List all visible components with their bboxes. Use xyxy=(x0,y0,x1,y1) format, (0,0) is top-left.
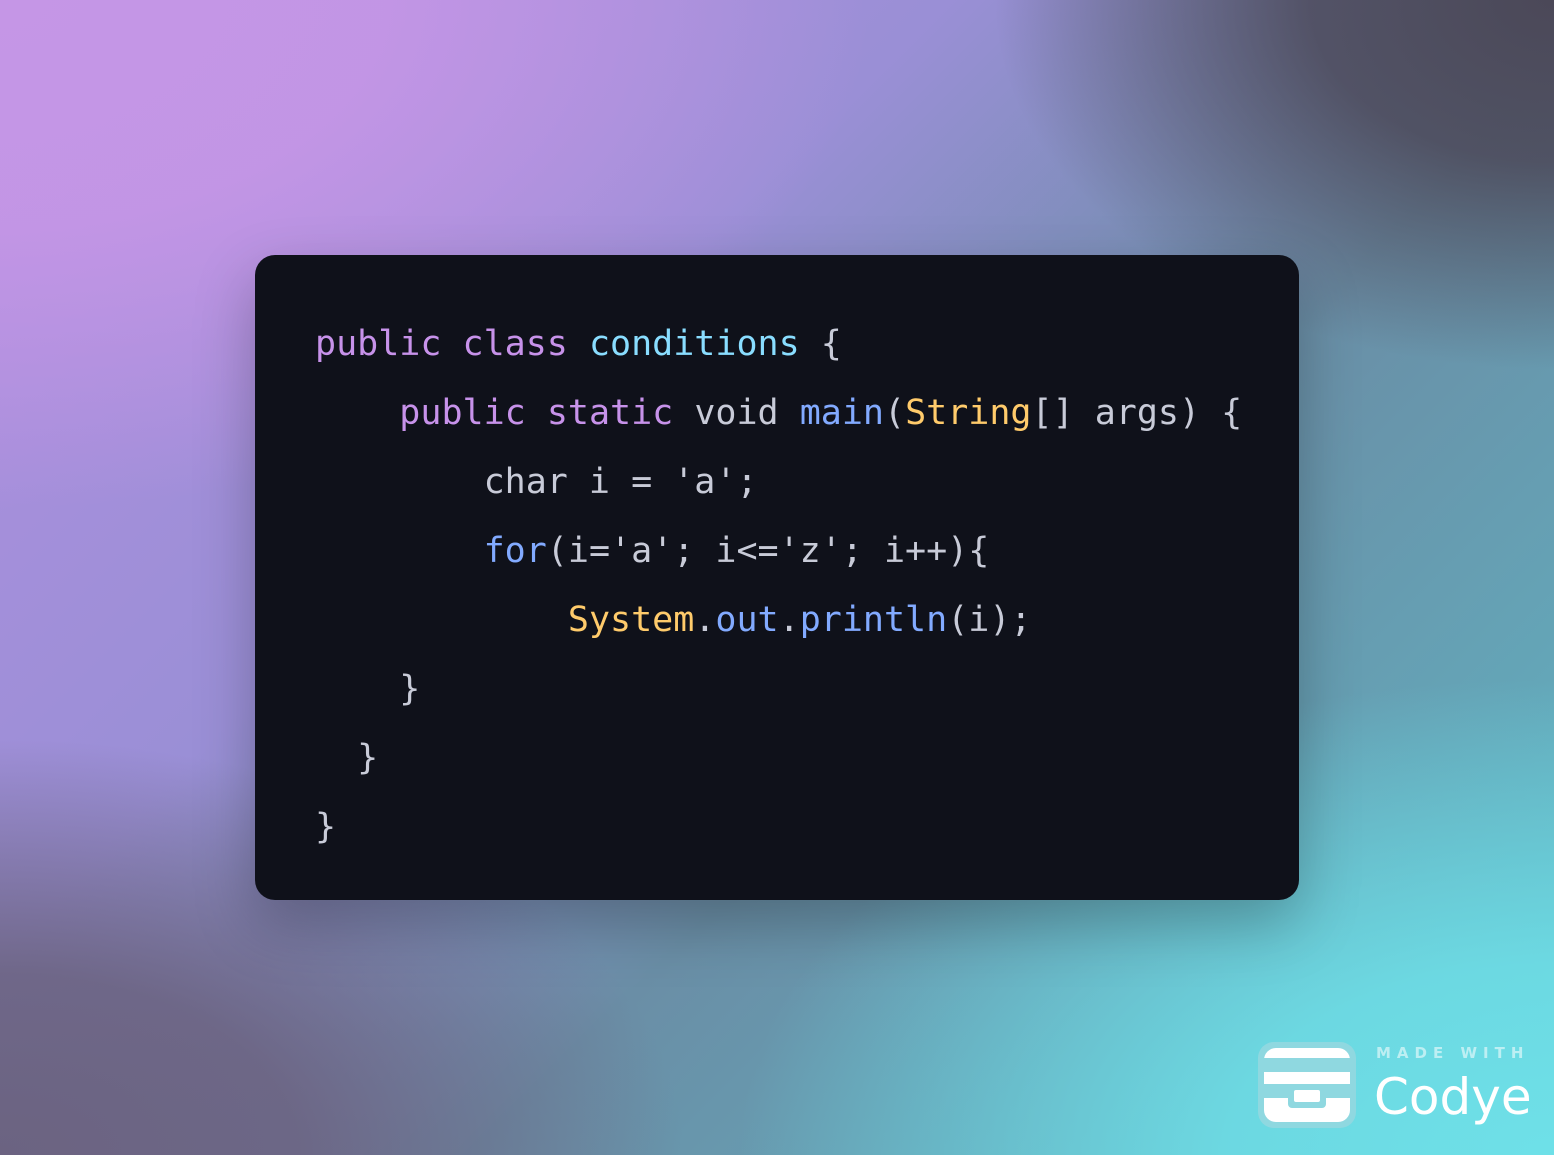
code-token: out xyxy=(715,600,779,640)
made-with-codye-watermark[interactable]: MADE WITH Codye xyxy=(1256,1040,1536,1132)
code-token: public xyxy=(315,324,442,364)
code-line: for(i='a'; i<='z'; i++){ xyxy=(315,517,1242,586)
codye-logo-icon xyxy=(1258,1042,1356,1128)
code-token: } xyxy=(399,669,421,709)
code-token: [] args) { xyxy=(1031,393,1243,433)
code-token: } xyxy=(357,738,379,778)
code-token: public xyxy=(399,393,526,433)
code-token: { xyxy=(799,324,842,364)
code-line: } xyxy=(315,793,1242,862)
code-line: char i = 'a'; xyxy=(315,448,1242,517)
code-token: conditions xyxy=(588,324,800,364)
code-line: public class conditions { xyxy=(315,310,1242,379)
code-token: ( xyxy=(883,393,906,433)
code-token: println xyxy=(799,600,948,640)
code-token: String xyxy=(905,393,1032,433)
code-line: } xyxy=(315,655,1242,724)
code-token: (i='a'; i<='z'; i++){ xyxy=(546,531,990,571)
code-token: char i = 'a'; xyxy=(483,462,758,502)
code-line: public static void main(String[] args) { xyxy=(315,379,1242,448)
code-block: public class conditions { public static … xyxy=(315,310,1242,862)
code-token: System xyxy=(567,600,695,640)
code-token: for xyxy=(483,531,547,571)
code-card: public class conditions { public static … xyxy=(255,255,1299,900)
code-token: main xyxy=(799,393,884,433)
made-with-label: MADE WITH xyxy=(1376,1044,1530,1062)
code-token: (i); xyxy=(947,600,1032,640)
code-line: } xyxy=(315,724,1242,793)
code-token: . xyxy=(694,600,716,640)
brand-name: Codye xyxy=(1374,1068,1532,1126)
code-token: class xyxy=(462,324,568,364)
code-token: static xyxy=(546,393,674,433)
code-line: System.out.println(i); xyxy=(315,586,1242,655)
code-token: . xyxy=(778,600,800,640)
code-token: void xyxy=(673,393,800,433)
code-token: } xyxy=(315,807,337,847)
